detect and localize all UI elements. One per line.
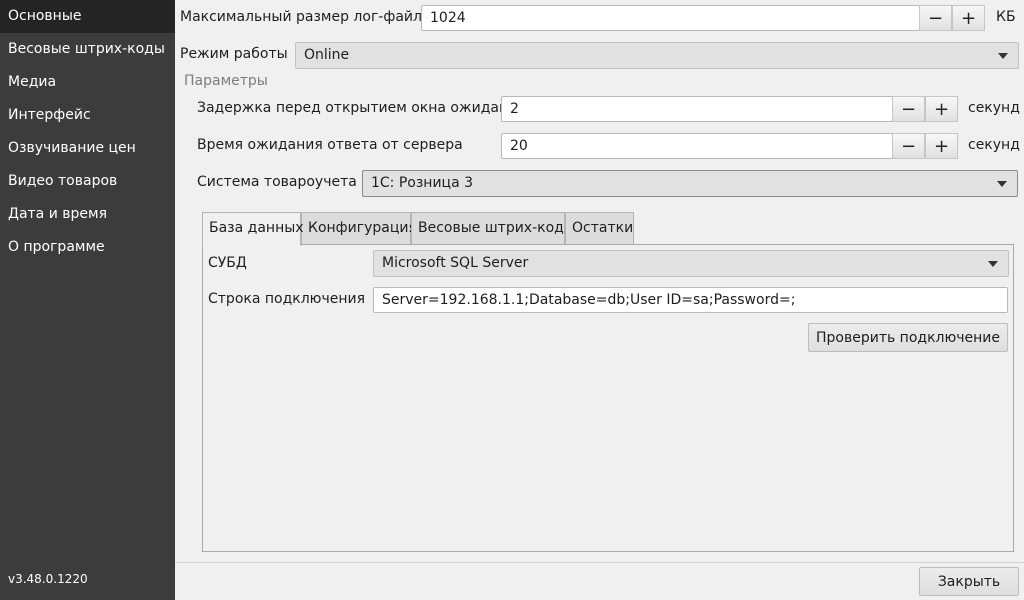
log-size-input[interactable]: 1024	[421, 5, 920, 31]
accounting-system-label: Система товароучета	[197, 174, 357, 190]
footer-divider	[175, 562, 1024, 563]
accounting-system-select[interactable]: 1С: Розница 3	[362, 170, 1018, 197]
chevron-down-icon	[998, 53, 1008, 59]
log-size-increment-button[interactable]: +	[952, 5, 985, 31]
plus-icon: +	[933, 98, 950, 120]
log-size-unit: КБ	[996, 9, 1016, 25]
close-button[interactable]: Закрыть	[919, 567, 1019, 596]
delay-decrement-button[interactable]: −	[892, 96, 925, 122]
dbms-label: СУБД	[208, 255, 247, 271]
delay-input[interactable]: 2	[501, 96, 893, 122]
sidebar-item-interface[interactable]: Интерфейс	[0, 99, 175, 132]
chevron-down-icon	[988, 261, 998, 267]
sidebar: Основные Весовые штрих-коды Медиа Интерф…	[0, 0, 175, 600]
minus-icon: −	[900, 135, 917, 157]
connection-string-input[interactable]: Server=192.168.1.1;Database=db;User ID=s…	[373, 287, 1008, 313]
parameters-group-title: Параметры	[184, 73, 268, 89]
timeout-increment-button[interactable]: +	[925, 133, 958, 159]
timeout-label: Время ожидания ответа от сервера	[197, 137, 463, 153]
tab-stock[interactable]: Остатки	[565, 212, 634, 245]
sidebar-item-about[interactable]: О программе	[0, 231, 175, 264]
delay-unit: секунд	[968, 100, 1020, 116]
tab-weight-barcodes[interactable]: Весовые штрих-коды	[411, 212, 575, 245]
plus-icon: +	[933, 135, 950, 157]
chevron-down-icon	[997, 181, 1007, 187]
tab-configuration[interactable]: Конфигурация	[301, 212, 417, 245]
timeout-decrement-button[interactable]: −	[892, 133, 925, 159]
log-size-decrement-button[interactable]: −	[919, 5, 952, 31]
sidebar-item-price-voicing[interactable]: Озвучивание цен	[0, 132, 175, 165]
delay-label: Задержка перед открытием окна ожидания	[197, 100, 526, 116]
sidebar-item-media[interactable]: Медиа	[0, 66, 175, 99]
tab-database[interactable]: База данных	[202, 212, 304, 246]
dbms-select-value: Microsoft SQL Server	[382, 255, 529, 271]
mode-select-value: Online	[304, 47, 350, 63]
sidebar-item-main[interactable]: Основные	[0, 0, 175, 33]
sidebar-item-date-time[interactable]: Дата и время	[0, 198, 175, 231]
sidebar-item-weight-barcodes[interactable]: Весовые штрих-коды	[0, 33, 175, 66]
accounting-system-value: 1С: Розница 3	[371, 175, 474, 191]
version-label: v3.48.0.1220	[8, 572, 88, 586]
dbms-select[interactable]: Microsoft SQL Server	[373, 250, 1009, 277]
minus-icon: −	[927, 7, 944, 29]
delay-increment-button[interactable]: +	[925, 96, 958, 122]
sidebar-item-product-video[interactable]: Видео товаров	[0, 165, 175, 198]
check-connection-button[interactable]: Проверить подключение	[808, 323, 1008, 352]
timeout-input[interactable]: 20	[501, 133, 893, 159]
minus-icon: −	[900, 98, 917, 120]
log-size-label: Максимальный размер лог-файла	[180, 9, 431, 25]
mode-select[interactable]: Online	[295, 42, 1019, 69]
connection-string-label: Строка подключения	[208, 291, 366, 307]
timeout-unit: секунд	[968, 137, 1020, 153]
plus-icon: +	[960, 7, 977, 29]
mode-label: Режим работы	[180, 46, 288, 62]
